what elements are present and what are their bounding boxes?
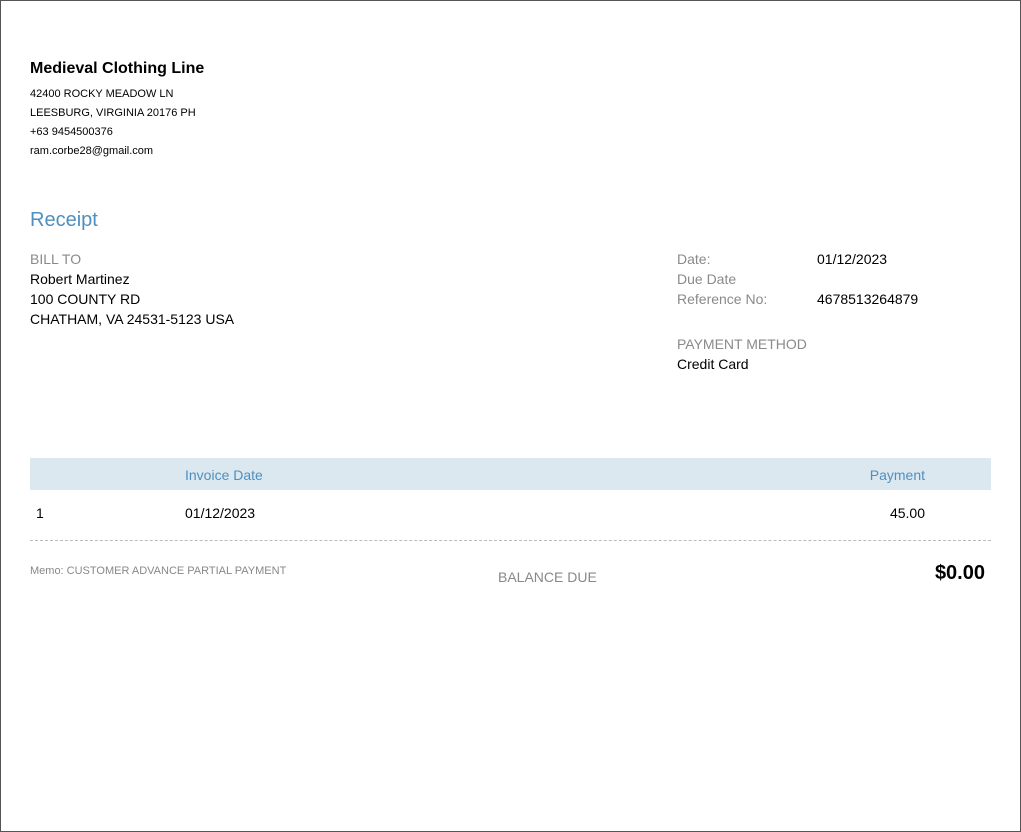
balance-due-label: BALANCE DUE — [498, 569, 597, 585]
company-name: Medieval Clothing Line — [30, 60, 205, 77]
bill-to-label: BILL TO — [30, 251, 82, 267]
date-value: 01/12/2023 — [817, 251, 888, 267]
due-date-label: Due Date — [677, 271, 737, 287]
row-payment: 45.00 — [889, 505, 925, 521]
table-header — [30, 458, 991, 490]
divider — [30, 540, 991, 541]
row-invoice-date: 01/12/2023 — [185, 505, 256, 521]
company-email: ram.corbe28@gmail.com — [30, 145, 154, 157]
payment-method-value: Credit Card — [677, 356, 749, 372]
company-phone: +63 9454500376 — [30, 126, 113, 138]
header-invoice-date: Invoice Date — [185, 467, 263, 483]
row-number: 1 — [36, 505, 44, 521]
header-payment: Payment — [869, 467, 925, 483]
date-label: Date: — [677, 251, 711, 267]
bill-to-name: Robert Martinez — [30, 271, 130, 287]
memo: Memo: CUSTOMER ADVANCE PARTIAL PAYMENT — [30, 565, 287, 577]
document-title: Receipt — [30, 209, 98, 231]
balance-due-value: $0.00 — [934, 562, 985, 584]
reference-value: 4678513264879 — [817, 291, 919, 307]
company-address-line1: 42400 ROCKY MEADOW LN — [30, 88, 174, 100]
bill-to-address-line1: 100 COUNTY RD — [30, 291, 141, 307]
company-address-line2: LEESBURG, VIRGINIA 20176 PH — [30, 107, 196, 119]
reference-label: Reference No: — [677, 291, 768, 307]
document-page — [0, 0, 1021, 832]
bill-to-address-line2: CHATHAM, VA 24531-5123 USA — [30, 311, 235, 327]
payment-method-label: PAYMENT METHOD — [677, 336, 807, 352]
